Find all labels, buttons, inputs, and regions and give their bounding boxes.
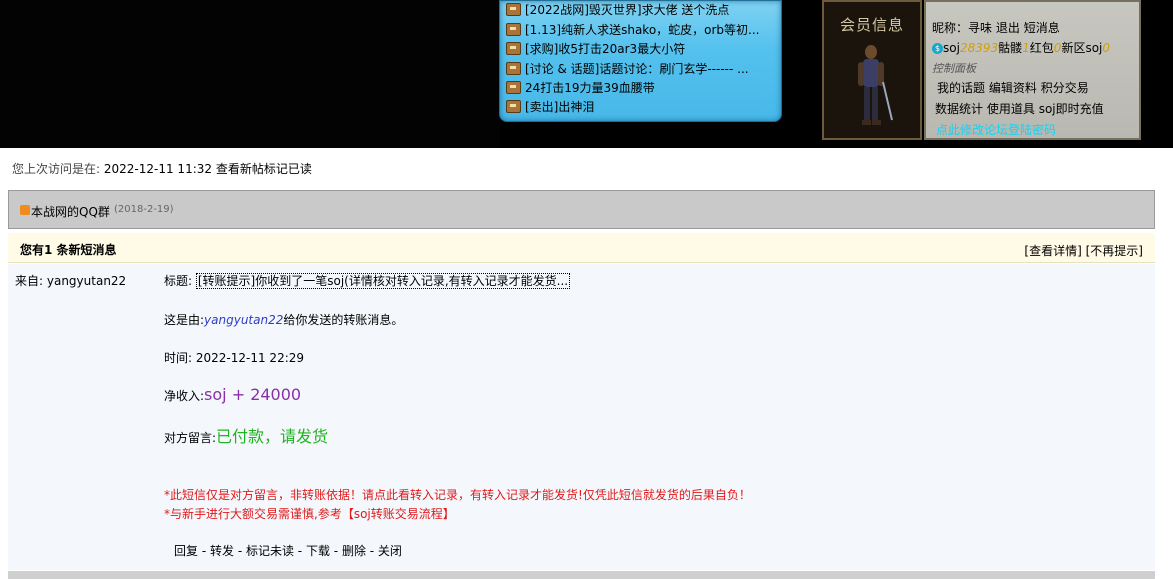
edit-profile-link[interactable]: 编辑资料 bbox=[989, 81, 1037, 95]
news-item[interactable]: 24打击19力量39血腰带 bbox=[506, 78, 655, 96]
news-item[interactable]: [2022战网]毁灭世界]求大佬 送个洗点 bbox=[506, 0, 729, 18]
message-time: 2022-12-11 22:29 bbox=[195, 351, 305, 365]
sender-name[interactable]: yangyutan22 bbox=[204, 313, 283, 327]
topic-icon bbox=[506, 41, 521, 55]
statistics-link[interactable]: 数据统计 bbox=[935, 102, 983, 116]
remark-value: 已付款，请发货 bbox=[216, 427, 329, 446]
soj-recharge-link[interactable]: soj即时充值 bbox=[1039, 102, 1104, 116]
news-item[interactable]: [卖出]出神泪 bbox=[506, 97, 594, 115]
forward-link[interactable]: 转发 bbox=[210, 544, 234, 558]
user-panel: 昵称：寻味 退出 短消息 $ soj28393骷髅1红包0新区soj0 控制面板 … bbox=[924, 0, 1141, 140]
site-header: [2022战网]毁灭世界]求大佬 送个洗点 [1.13]纯新人求送shako，蛇… bbox=[0, 0, 1173, 148]
nickname[interactable]: 寻味 bbox=[968, 21, 992, 35]
last-visit-bar: 您上次访问是在: 2022-12-11 11:32 查看新帖标记已读 bbox=[12, 162, 312, 176]
soj-balance: 28393 bbox=[959, 41, 999, 55]
view-new-posts-link[interactable]: 查看新帖 bbox=[216, 162, 264, 176]
news-item[interactable]: [1.13]纯新人求送shako，蛇皮，orb等初... bbox=[506, 20, 760, 38]
mark-unread-link[interactable]: 标记未读 bbox=[246, 544, 294, 558]
user-links-row2: 数据统计 使用道具 soj即时充值 bbox=[935, 100, 1104, 117]
news-item[interactable]: [讨论 & 话题]话题讨论：刷门玄学------ ... bbox=[506, 59, 749, 77]
latest-topics-panel: [2022战网]毁灭世界]求大佬 送个洗点 [1.13]纯新人求送shako，蛇… bbox=[499, 0, 782, 122]
points-trade-link[interactable]: 积分交易 bbox=[1041, 81, 1089, 95]
topic-icon bbox=[506, 99, 521, 113]
message-from: 来自: yangyutan22 bbox=[15, 274, 127, 288]
news-item[interactable]: [求购]收5打击20ar3最大小符 bbox=[506, 39, 685, 57]
topic-icon bbox=[506, 2, 521, 16]
qq-group-announcement: 本战网的QQ群 (2018-2-19) bbox=[8, 190, 1155, 229]
message-subject-line: 标题: [转账提示]你收到了一笔soj(详情核对转入记录,有转入记录才能发货..… bbox=[164, 273, 571, 289]
download-link[interactable]: 下载 bbox=[306, 544, 330, 558]
my-topics-link[interactable]: 我的话题 bbox=[937, 81, 985, 95]
topic-icon bbox=[506, 22, 521, 36]
no-remind-link[interactable]: [不再提示] bbox=[1086, 244, 1143, 258]
message-subject[interactable]: [转账提示]你收到了一笔soj(详情核对转入记录,有转入记录才能发货... bbox=[195, 273, 571, 289]
use-items-link[interactable]: 使用道具 bbox=[987, 102, 1035, 116]
coin-icon: $ bbox=[932, 43, 943, 54]
user-links-row1: 我的话题 编辑资料 积分交易 bbox=[937, 79, 1089, 96]
income-value: soj + 24000 bbox=[204, 385, 302, 404]
view-detail-link[interactable]: [查看详情] bbox=[1024, 244, 1081, 258]
user-line-nickname: 昵称：寻味 退出 短消息 bbox=[932, 21, 1060, 35]
warning-line-1[interactable]: *此短信仅是对方留言，非转账依据！请点此看转入记录，有转入记录才能发货!仅凭此短… bbox=[164, 486, 751, 503]
message-body: 来自: yangyutan22 标题: [转账提示]你收到了一笔soj(详情核对… bbox=[8, 264, 1155, 570]
reply-link[interactable]: 回复 bbox=[174, 544, 198, 558]
close-link[interactable]: 关闭 bbox=[378, 544, 402, 558]
mark-read-link[interactable]: 标记已读 bbox=[264, 162, 312, 176]
last-visit-time: 2022-12-11 11:32 bbox=[103, 162, 213, 176]
announcement-date: (2018-2-19) bbox=[114, 204, 174, 215]
qq-group-link[interactable]: 本战网的QQ群 bbox=[31, 203, 110, 220]
messages-link[interactable]: 短消息 bbox=[1024, 21, 1060, 35]
from-user-link[interactable]: yangyutan22 bbox=[47, 274, 126, 288]
topic-icon bbox=[506, 80, 521, 94]
new-message-title: 您有1 条新短消息 bbox=[20, 243, 117, 257]
message-income-line: 净收入:soj + 24000 bbox=[164, 385, 302, 404]
header-banner bbox=[0, 0, 500, 148]
member-info-title: 会员信息 bbox=[839, 16, 904, 34]
control-panel-label: 控制面板 bbox=[932, 62, 976, 75]
message-actions: 回复 - 转发 - 标记未读 - 下载 - 删除 - 关闭 bbox=[174, 544, 402, 558]
change-password-link[interactable]: 点此修改论坛登陆密码 bbox=[936, 121, 1056, 138]
logout-link[interactable]: 退出 bbox=[996, 21, 1020, 35]
user-line-currency: $ soj28393骷髅1红包0新区soj0 bbox=[932, 39, 1110, 56]
topic-icon bbox=[506, 61, 521, 75]
character-avatar-icon bbox=[858, 45, 893, 125]
member-avatar-box: 会员信息 bbox=[822, 0, 922, 140]
delete-link[interactable]: 删除 bbox=[342, 544, 366, 558]
message-sender-line: 这是由:yangyutan22给你发送的转账消息。 bbox=[164, 313, 404, 327]
rss-icon bbox=[20, 205, 30, 215]
warning-line-2[interactable]: *与新手进行大额交易需谨慎,参考【soj转账交易流程】 bbox=[164, 505, 455, 522]
new-message-header: 您有1 条新短消息 [查看详情] [不再提示] bbox=[8, 233, 1155, 263]
message-time-line: 时间: 2022-12-11 22:29 bbox=[164, 351, 305, 365]
footer-strip bbox=[8, 571, 1155, 579]
message-remark-line: 对方留言:已付款，请发货 bbox=[164, 427, 329, 446]
